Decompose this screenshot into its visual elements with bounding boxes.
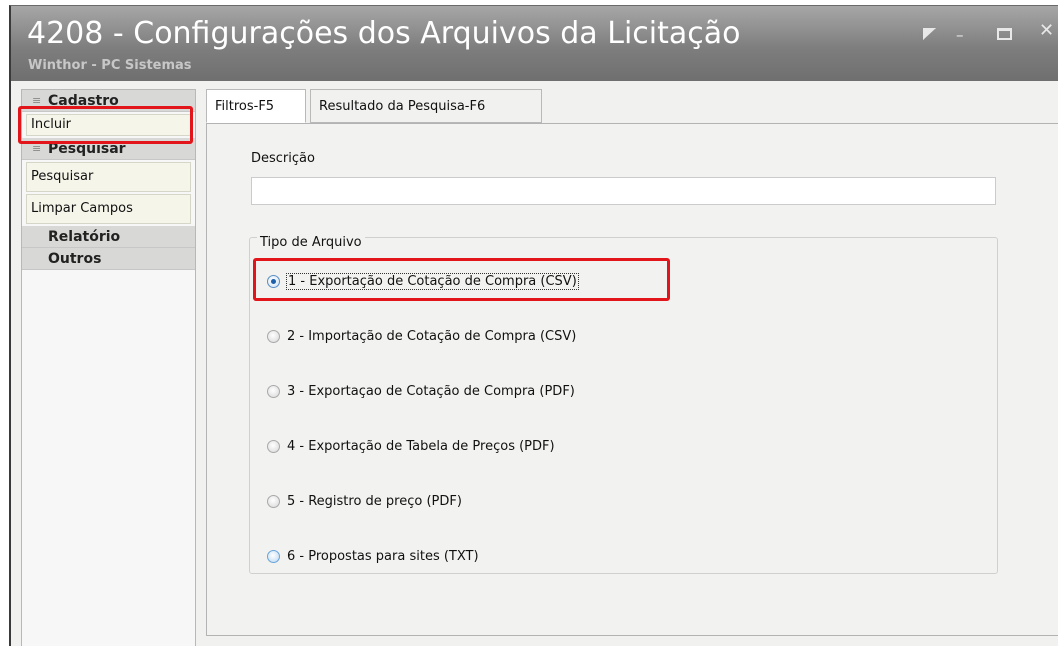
description-input[interactable] (251, 177, 996, 205)
radio-option-2[interactable]: 2 - Importação de Cotação de Compra (CSV… (267, 324, 576, 348)
title-bar: 4208 - Configurações dos Arquivos da Lic… (11, 6, 1058, 81)
radio-button[interactable] (267, 439, 280, 453)
radio-option-6[interactable]: 6 - Propostas para sites (TXT) (267, 544, 479, 568)
maximize-icon[interactable] (997, 28, 1012, 40)
filters-panel: Descrição Tipo de Arquivo 1 - Exportação… (206, 123, 1058, 636)
app-window: 4208 - Configurações dos Arquivos da Lic… (9, 5, 1058, 646)
tab-filtros[interactable]: Filtros-F5 (206, 89, 306, 123)
radio-label[interactable]: 4 - Exportação de Tabela de Preços (PDF) (287, 439, 555, 454)
radio-button[interactable] (267, 329, 280, 343)
description-label: Descrição (251, 151, 315, 166)
file-type-label: Tipo de Arquivo (257, 235, 365, 250)
close-icon[interactable]: ✕ (1039, 20, 1054, 41)
window-subtitle: Winthor - PC Sistemas (28, 58, 192, 73)
window-title: 4208 - Configurações dos Arquivos da Lic… (27, 16, 741, 51)
radio-label[interactable]: 6 - Propostas para sites (TXT) (287, 549, 479, 564)
sidebar-item-limpar-campos[interactable]: Limpar Campos (26, 194, 191, 224)
radio-button[interactable] (267, 384, 280, 398)
radio-label[interactable]: 5 - Registro de preço (PDF) (287, 494, 462, 509)
radio-option-5[interactable]: 5 - Registro de preço (PDF) (267, 489, 462, 513)
restore-icon[interactable] (923, 28, 936, 40)
tab-resultado-pesquisa[interactable]: Resultado da Pesquisa-F6 (310, 89, 542, 123)
sidebar-group-relatorio[interactable]: Relatório (22, 226, 195, 248)
sidebar-group-label: Relatório (48, 229, 121, 245)
highlight-box (253, 258, 670, 301)
sidebar-menu: ≡ Cadastro Incluir ≡ Pesquisar Pesquisar… (21, 89, 196, 646)
minimize-icon[interactable]: – (956, 26, 964, 44)
sidebar-item-pesquisar[interactable]: Pesquisar (26, 162, 191, 192)
radio-option-3[interactable]: 3 - Exportaçao de Cotação de Compra (PDF… (267, 379, 575, 403)
window-body: ≡ Cadastro Incluir ≡ Pesquisar Pesquisar… (11, 81, 1058, 646)
sidebar-group-outros[interactable]: Outros (22, 248, 195, 270)
sidebar-group-label: Outros (48, 251, 102, 267)
radio-button[interactable] (267, 549, 280, 563)
radio-option-4[interactable]: 4 - Exportação de Tabela de Preços (PDF) (267, 434, 555, 458)
radio-label[interactable]: 2 - Importação de Cotação de Compra (CSV… (287, 329, 576, 344)
highlight-box (18, 106, 193, 144)
radio-button[interactable] (267, 494, 280, 508)
radio-label[interactable]: 3 - Exportaçao de Cotação de Compra (PDF… (287, 384, 575, 399)
